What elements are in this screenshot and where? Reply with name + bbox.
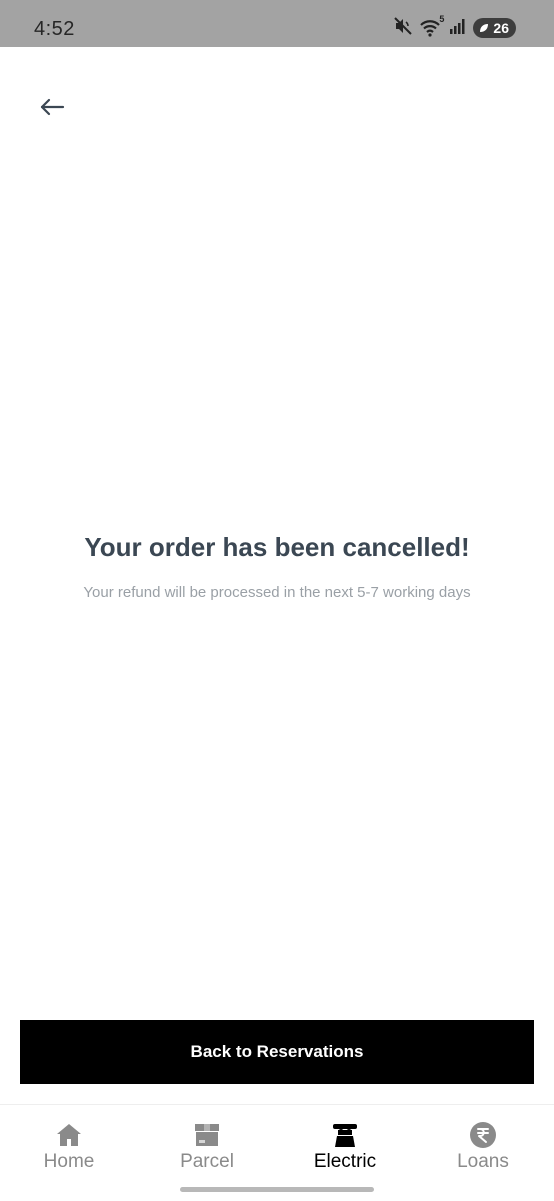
arrow-left-icon [40,98,65,116]
nav-item-home[interactable]: Home [0,1105,138,1201]
home-indicator[interactable] [180,1187,374,1192]
parcel-icon [192,1121,222,1149]
battery-icon: 26 [473,18,516,38]
nav-label-electric: Electric [313,1151,377,1172]
electric-icon [330,1121,360,1149]
bottom-nav: Home Parcel Electric Loans [0,1104,554,1200]
back-button[interactable] [34,90,70,124]
nav-label-loans: Loans [457,1151,509,1172]
battery-level: 26 [493,20,509,36]
signal-icon [449,17,467,40]
leaf-icon [480,24,489,32]
nav-label-home: Home [43,1151,95,1172]
network-badge: 5 [439,14,445,24]
wifi-icon: 5 [419,14,444,38]
home-icon [54,1121,84,1149]
nav-label-parcel: Parcel [180,1151,234,1172]
mute-icon [393,16,413,41]
status-bar: 4:52 5 26 [0,0,554,47]
back-to-reservations-button[interactable]: Back to Reservations [20,1020,534,1084]
nav-item-loans[interactable]: Loans [414,1105,552,1201]
rupee-icon [468,1121,498,1149]
page-title: Your order has been cancelled! [84,532,470,562]
refund-message: Your refund will be processed in the nex… [83,584,471,601]
status-time: 4:52 [34,18,75,40]
status-icons: 5 26 [393,14,516,41]
